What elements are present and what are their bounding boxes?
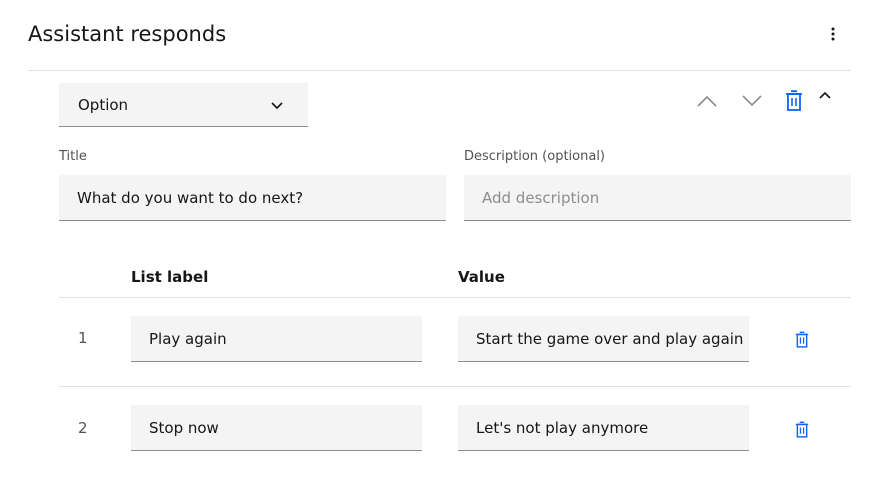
row-divider — [59, 386, 851, 387]
assistant-responds-panel: Assistant responds Option Title What do … — [0, 0, 884, 487]
chevron-up-icon — [819, 91, 831, 99]
title-input[interactable] — [59, 175, 446, 221]
row-number: 2 — [78, 419, 88, 437]
value-input[interactable] — [458, 316, 749, 362]
list-label-input[interactable] — [131, 316, 422, 362]
trash-icon — [795, 421, 809, 438]
delete-row-button[interactable] — [792, 329, 812, 349]
section-title: Assistant responds — [28, 22, 227, 46]
collapse-button[interactable] — [815, 86, 835, 104]
response-type-value: Option — [78, 96, 129, 114]
value-input[interactable] — [458, 405, 749, 451]
trash-icon — [786, 89, 802, 111]
chevron-down-icon — [742, 95, 762, 107]
overflow-menu-button[interactable] — [820, 21, 846, 47]
delete-response-button[interactable] — [783, 88, 805, 112]
list-label-input[interactable] — [131, 405, 422, 451]
value-header: Value — [458, 268, 505, 286]
header-divider — [28, 70, 851, 71]
table-divider — [59, 297, 851, 298]
delete-row-button[interactable] — [792, 419, 812, 439]
row-number: 1 — [78, 329, 88, 347]
chevron-down-icon — [271, 102, 283, 110]
chevron-up-icon — [697, 95, 717, 107]
response-type-dropdown[interactable]: Option — [59, 83, 308, 127]
description-input[interactable] — [464, 175, 851, 221]
trash-icon — [795, 331, 809, 348]
overflow-menu-icon — [831, 27, 835, 41]
move-down-button[interactable] — [739, 88, 765, 114]
move-up-button[interactable] — [694, 88, 720, 114]
description-label: Description (optional) — [464, 149, 606, 164]
list-label-header: List label — [131, 268, 209, 286]
title-label: Title — [59, 149, 87, 164]
